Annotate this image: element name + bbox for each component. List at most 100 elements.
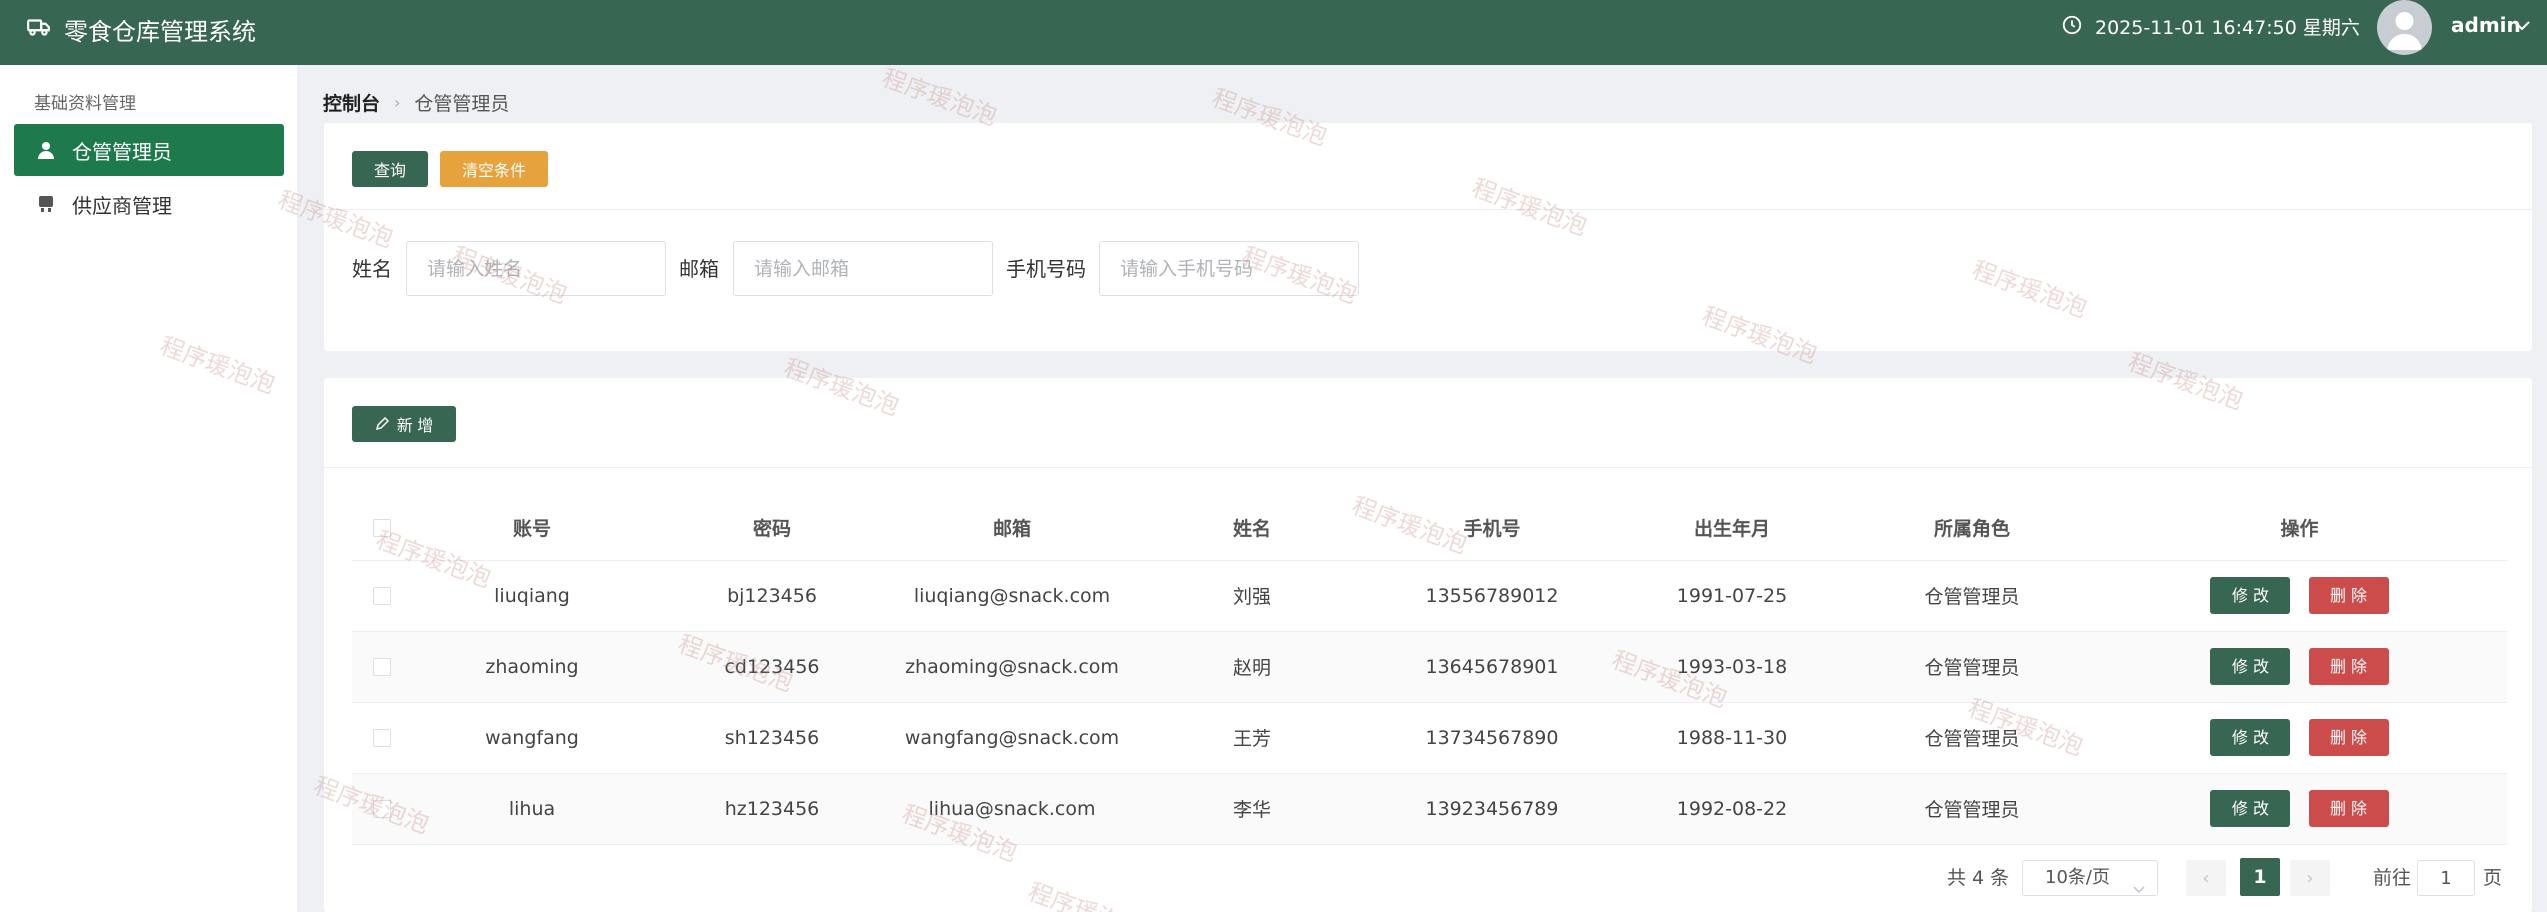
page-size-value: 10条/页	[2045, 867, 2110, 888]
phone-field-label: 手机号码	[1006, 257, 1086, 281]
search-panel: 查询 清空条件 姓名 邮箱 手机号码	[324, 123, 2532, 351]
phone-cell: 13556789012	[1372, 560, 1612, 632]
edit-icon	[375, 417, 389, 431]
avatar[interactable]	[2377, 0, 2432, 55]
total-count: 共 4 条	[1947, 867, 2010, 889]
password-cell: sh123456	[652, 702, 892, 774]
sidebar-item-warehouse-admin[interactable]: 仓管管理员	[14, 124, 284, 176]
breadcrumb-home[interactable]: 控制台	[323, 89, 380, 116]
edit-button[interactable]: 修 改	[2210, 719, 2291, 756]
name-cell: 赵明	[1132, 631, 1372, 703]
delete-button[interactable]: 删 除	[2308, 790, 2389, 827]
divider	[324, 209, 2532, 210]
column-header[interactable]: 出生年月	[1612, 496, 1852, 561]
column-header[interactable]: 账号	[412, 496, 652, 561]
actions-cell: 修 改 删 除	[2092, 631, 2507, 703]
column-header[interactable]: 密码	[652, 496, 892, 561]
sidebar-item-supplier[interactable]: 供应商管理	[14, 178, 284, 230]
row-select-cell	[352, 702, 412, 774]
clear-filters-button[interactable]: 清空条件	[440, 151, 548, 187]
account-cell: lihua	[412, 773, 652, 845]
name-cell: 王芳	[1132, 702, 1372, 774]
delete-button[interactable]: 删 除	[2308, 648, 2389, 685]
row-select-cell	[352, 631, 412, 703]
edit-button[interactable]: 修 改	[2210, 577, 2291, 614]
edit-button[interactable]: 修 改	[2210, 648, 2291, 685]
sidebar-item-label: 仓管管理员	[72, 139, 172, 164]
divider	[324, 467, 2532, 468]
account-cell: zhaoming	[412, 631, 652, 703]
actions-cell: 修 改 删 除	[2092, 773, 2507, 845]
email-field-label: 邮箱	[679, 257, 719, 281]
row-checkbox[interactable]	[373, 587, 391, 605]
page-number-button[interactable]: 1	[2240, 858, 2280, 896]
prev-page-button[interactable]: ‹	[2186, 860, 2226, 896]
sidebar-item-label: 供应商管理	[72, 193, 172, 218]
delete-button[interactable]: 删 除	[2308, 719, 2389, 756]
goto-label: 前往	[2373, 867, 2412, 889]
chevron-down-icon[interactable]	[2512, 18, 2532, 32]
phone-cell: 13734567890	[1372, 702, 1612, 774]
chevron-right-icon: ›	[2306, 867, 2314, 889]
column-header[interactable]: 姓名	[1132, 496, 1372, 561]
watermark: 程序瑗泡泡	[878, 63, 1001, 131]
supplier-icon	[36, 194, 56, 214]
table-row: wangfang sh123456 wangfang@snack.com 王芳 …	[352, 702, 2507, 774]
password-cell: cd123456	[652, 631, 892, 703]
account-cell: wangfang	[412, 702, 652, 774]
role-cell: 仓管管理员	[1852, 560, 2092, 632]
column-header[interactable]: 手机号	[1372, 496, 1612, 561]
name-cell: 李华	[1132, 773, 1372, 845]
app-title: 零食仓库管理系统	[64, 18, 256, 46]
column-header[interactable]: 邮箱	[892, 496, 1132, 561]
chevron-right-icon: ›	[394, 93, 401, 112]
email-cell: liuqiang@snack.com	[892, 560, 1132, 632]
delete-button[interactable]: 删 除	[2308, 577, 2389, 614]
column-header[interactable]: 所属角色	[1852, 496, 2092, 561]
top-bar: 零食仓库管理系统 2025-11-01 16:47:50 星期六 admin	[0, 0, 2547, 65]
role-cell: 仓管管理员	[1852, 702, 2092, 774]
row-checkbox[interactable]	[373, 800, 391, 818]
phone-input[interactable]	[1099, 241, 1359, 296]
email-cell: zhaoming@snack.com	[892, 631, 1132, 703]
clock-icon	[2061, 14, 2083, 36]
birth-cell: 1993-03-18	[1612, 631, 1852, 703]
row-checkbox[interactable]	[373, 729, 391, 747]
name-field-label: 姓名	[352, 257, 392, 281]
column-header: 操作	[2092, 496, 2507, 561]
phone-cell: 13923456789	[1372, 773, 1612, 845]
goto-suffix: 页	[2483, 867, 2503, 889]
name-input[interactable]	[406, 241, 666, 296]
name-cell: 刘强	[1132, 560, 1372, 632]
email-cell: lihua@snack.com	[892, 773, 1132, 845]
select-all-checkbox[interactable]	[373, 519, 391, 538]
breadcrumb-current: 仓管管理员	[414, 93, 510, 115]
phone-cell: 13645678901	[1372, 631, 1612, 703]
birth-cell: 1991-07-25	[1612, 560, 1852, 632]
breadcrumb: 控制台 › 仓管管理员	[323, 89, 509, 116]
password-cell: hz123456	[652, 773, 892, 845]
table-row: liuqiang bj123456 liuqiang@snack.com 刘强 …	[352, 560, 2507, 632]
truck-icon	[26, 14, 52, 40]
add-button-label: 新 增	[396, 418, 434, 435]
email-input[interactable]	[733, 241, 993, 296]
goto-page-input[interactable]	[2417, 860, 2475, 896]
row-checkbox[interactable]	[373, 658, 391, 676]
table-row: zhaoming cd123456 zhaoming@snack.com 赵明 …	[352, 631, 2507, 703]
username[interactable]: admin	[2451, 13, 2521, 37]
next-page-button[interactable]: ›	[2290, 860, 2330, 896]
row-select-cell	[352, 560, 412, 632]
chevron-down-icon	[2133, 873, 2145, 894]
birth-cell: 1988-11-30	[1612, 702, 1852, 774]
edit-button[interactable]: 修 改	[2210, 790, 2291, 827]
actions-cell: 修 改 删 除	[2092, 702, 2507, 774]
query-button[interactable]: 查询	[352, 151, 428, 187]
table-header-row: 账号 密码 邮箱 姓名 手机号 出生年月 所属角色 操作	[352, 496, 2507, 561]
current-datetime: 2025-11-01 16:47:50 星期六	[2095, 17, 2360, 39]
page-size-select[interactable]: 10条/页	[2022, 860, 2158, 896]
row-select-cell	[352, 773, 412, 845]
add-button[interactable]: 新 增	[352, 406, 456, 442]
data-table: 账号 密码 邮箱 姓名 手机号 出生年月 所属角色 操作 liuqiang bj…	[352, 496, 2507, 845]
account-cell: liuqiang	[412, 560, 652, 632]
table-panel: 新 增 账号 密码 邮箱 姓名 手机号 出生年月 所属角色 操作 liuqian	[324, 378, 2532, 912]
